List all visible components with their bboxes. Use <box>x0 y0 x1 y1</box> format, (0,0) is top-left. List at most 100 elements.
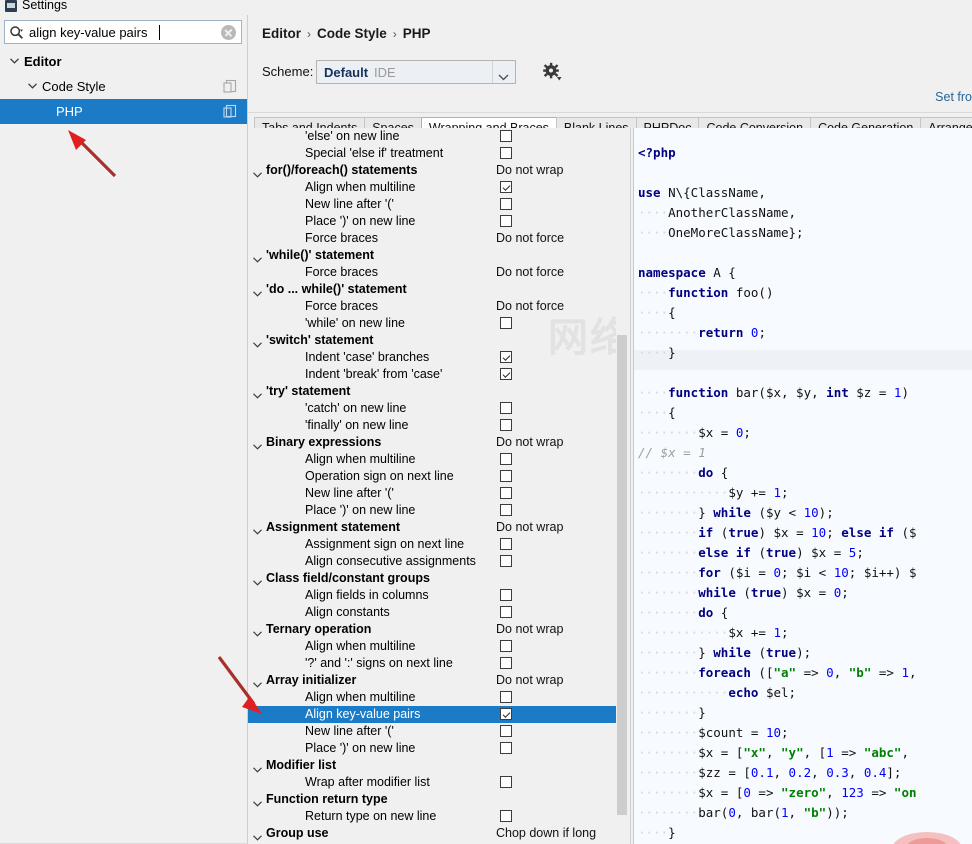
sidebar-item-code-style[interactable]: Code Style <box>0 74 247 99</box>
option-checkbox[interactable] <box>500 657 512 669</box>
option-checkbox[interactable] <box>500 538 512 550</box>
option-checkbox[interactable] <box>500 504 512 516</box>
option-checkbox[interactable] <box>500 606 512 618</box>
option-row[interactable]: Force braces Do not force <box>248 264 616 281</box>
scheme-dropdown[interactable]: Default IDE <box>316 60 516 84</box>
option-row[interactable]: 'while' on new line <box>248 315 616 332</box>
option-label: Align when multiline <box>305 639 416 653</box>
option-group-row[interactable]: Function return type <box>248 791 616 808</box>
option-checkbox[interactable] <box>500 317 512 329</box>
sidebar-item-editor[interactable]: Editor <box>0 49 247 74</box>
option-row[interactable]: Place ')' on new line <box>248 740 616 757</box>
breadcrumb-separator: › <box>392 27 397 41</box>
option-value[interactable]: Do not wrap <box>496 519 563 536</box>
copy-icon[interactable] <box>223 104 237 119</box>
option-row[interactable]: Place ')' on new line <box>248 502 616 519</box>
option-row[interactable]: Force braces Do not force <box>248 298 616 315</box>
option-group-row[interactable]: 'while()' statement <box>248 247 616 264</box>
option-row[interactable]: Align consecutive assignments <box>248 553 616 570</box>
option-checkbox[interactable] <box>500 742 512 754</box>
option-value[interactable]: Chop down if long <box>496 825 596 842</box>
option-row[interactable]: Place ')' on new line <box>248 213 616 230</box>
option-checkbox[interactable] <box>500 130 512 142</box>
option-checkbox[interactable] <box>500 181 512 193</box>
option-value[interactable]: Do not wrap <box>496 621 563 638</box>
option-checkbox[interactable] <box>500 725 512 737</box>
option-checkbox[interactable] <box>500 487 512 499</box>
option-checkbox[interactable] <box>500 147 512 159</box>
option-row[interactable]: Align when multiline <box>248 689 616 706</box>
option-row[interactable]: Align key-value pairs <box>248 706 616 723</box>
option-value[interactable]: Do not force <box>496 230 564 247</box>
option-group-row[interactable]: Group use Chop down if long <box>248 825 616 842</box>
chevron-down-icon[interactable] <box>8 49 22 74</box>
option-checkbox[interactable] <box>500 402 512 414</box>
option-row[interactable]: 'finally' on new line <box>248 417 616 434</box>
option-checkbox[interactable] <box>500 708 512 720</box>
option-row[interactable]: Assignment sign on next line <box>248 536 616 553</box>
option-row[interactable]: 'else' on new line <box>248 128 616 145</box>
option-row[interactable]: New line after '(' <box>248 196 616 213</box>
option-value[interactable]: Do not force <box>496 298 564 315</box>
options-scrollbar-track[interactable] <box>616 128 630 844</box>
clear-icon[interactable] <box>221 25 236 40</box>
option-checkbox[interactable] <box>500 589 512 601</box>
sidebar-item-php[interactable]: PHP <box>0 99 247 124</box>
option-row[interactable]: Align when multiline <box>248 638 616 655</box>
option-checkbox[interactable] <box>500 215 512 227</box>
option-checkbox[interactable] <box>500 368 512 380</box>
search-input-value[interactable]: align key-value pairs <box>29 25 148 40</box>
option-checkbox[interactable] <box>500 470 512 482</box>
option-row[interactable]: Align fields in columns <box>248 587 616 604</box>
option-checkbox[interactable] <box>500 810 512 822</box>
option-checkbox[interactable] <box>500 555 512 567</box>
breadcrumb-item-editor[interactable]: Editor <box>262 26 301 41</box>
gear-icon[interactable] <box>542 62 562 82</box>
option-value[interactable]: Do not force <box>496 264 564 281</box>
option-group-row[interactable]: Assignment statement Do not wrap <box>248 519 616 536</box>
option-checkbox[interactable] <box>500 198 512 210</box>
option-group-row[interactable]: Modifier list <box>248 757 616 774</box>
option-row[interactable]: Align when multiline <box>248 179 616 196</box>
chevron-down-icon[interactable] <box>498 70 509 84</box>
code-preview-pane: <?php use N\{ClassName, ····AnotherClass… <box>633 128 972 844</box>
chevron-down-icon[interactable] <box>26 74 40 99</box>
copy-icon[interactable] <box>223 79 237 94</box>
option-row[interactable]: Indent 'case' branches <box>248 349 616 366</box>
option-checkbox[interactable] <box>500 691 512 703</box>
option-row[interactable]: Indent 'break' from 'case' <box>248 366 616 383</box>
option-group-row[interactable]: for()/foreach() statements Do not wrap <box>248 162 616 179</box>
option-group-row[interactable]: Binary expressions Do not wrap <box>248 434 616 451</box>
option-checkbox[interactable] <box>500 453 512 465</box>
option-checkbox[interactable] <box>500 640 512 652</box>
option-row[interactable]: Align when multiline <box>248 451 616 468</box>
set-from-link[interactable]: Set fro <box>935 90 972 104</box>
option-value[interactable]: Do not wrap <box>496 672 563 689</box>
chevron-down-icon[interactable] <box>253 829 262 844</box>
wrapping-options-list[interactable]: 'else' on new line Special 'else if' trea… <box>248 128 616 844</box>
option-row[interactable]: Special 'else if' treatment <box>248 145 616 162</box>
option-group-row[interactable]: Ternary operation Do not wrap <box>248 621 616 638</box>
option-row[interactable]: Force braces Do not force <box>248 230 616 247</box>
option-checkbox[interactable] <box>500 419 512 431</box>
option-row[interactable]: Return type on new line <box>248 808 616 825</box>
option-group-row[interactable]: Class field/constant groups <box>248 570 616 587</box>
option-group-row[interactable]: 'try' statement <box>248 383 616 400</box>
option-value[interactable]: Do not wrap <box>496 162 563 179</box>
option-value[interactable]: Do not wrap <box>496 434 563 451</box>
breadcrumb-item-code-style[interactable]: Code Style <box>317 26 387 41</box>
option-row[interactable]: Operation sign on next line <box>248 468 616 485</box>
option-group-row[interactable]: Array initializer Do not wrap <box>248 672 616 689</box>
option-checkbox[interactable] <box>500 351 512 363</box>
option-row[interactable]: New line after '(' <box>248 723 616 740</box>
option-checkbox[interactable] <box>500 776 512 788</box>
option-row[interactable]: Align constants <box>248 604 616 621</box>
option-group-row[interactable]: 'do ... while()' statement <box>248 281 616 298</box>
options-scrollbar-thumb[interactable] <box>617 335 627 815</box>
search-field[interactable]: align key-value pairs <box>4 20 242 44</box>
option-row[interactable]: New line after '(' <box>248 485 616 502</box>
option-group-row[interactable]: 'switch' statement <box>248 332 616 349</box>
option-row[interactable]: Wrap after modifier list <box>248 774 616 791</box>
option-row[interactable]: '?' and ':' signs on next line <box>248 655 616 672</box>
option-row[interactable]: 'catch' on new line <box>248 400 616 417</box>
